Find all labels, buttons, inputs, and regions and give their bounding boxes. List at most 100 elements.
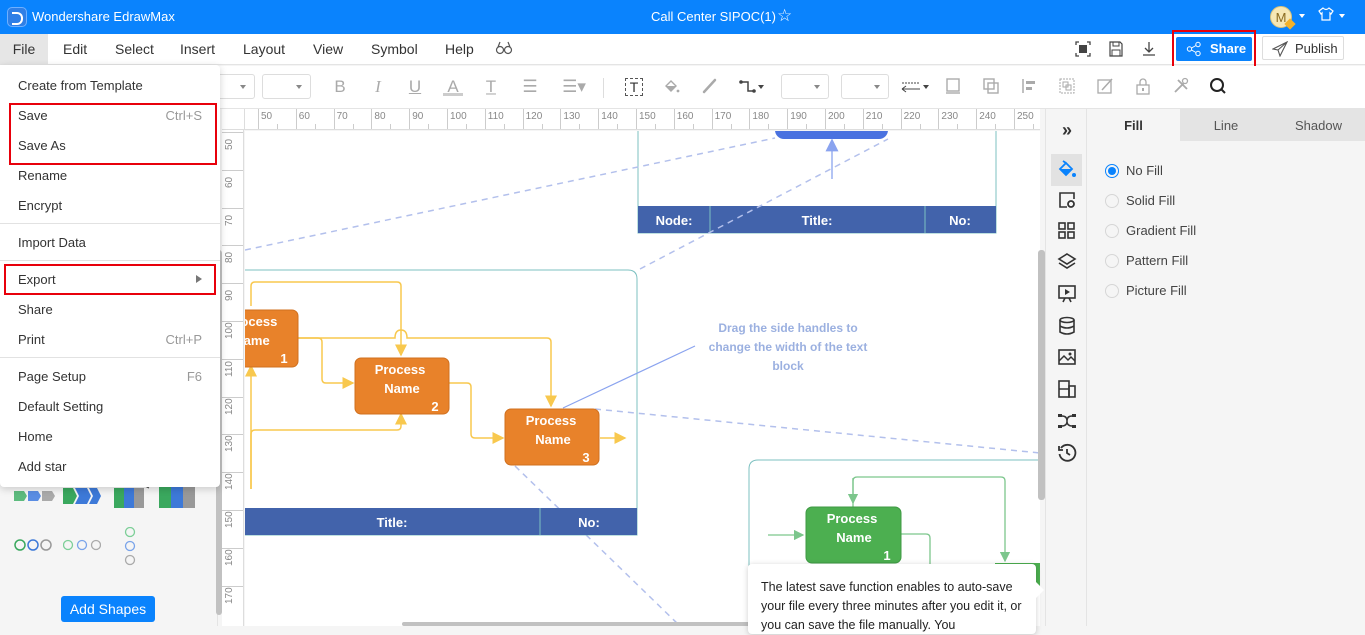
- menu-select[interactable]: Select: [115, 34, 154, 64]
- tab-line[interactable]: Line: [1180, 109, 1272, 141]
- add-shapes-button[interactable]: Add Shapes: [61, 596, 155, 622]
- theme-shirt-icon[interactable]: [1318, 6, 1334, 27]
- shape-settings-icon[interactable]: [1056, 190, 1078, 212]
- connector-icon[interactable]: [738, 77, 766, 97]
- radio-gradient-fill[interactable]: [1105, 224, 1119, 238]
- grid-icon[interactable]: [1056, 221, 1078, 243]
- ruler-minor-tick: [919, 124, 921, 129]
- shape-thumb-circles-line[interactable]: [14, 538, 52, 552]
- presentation-icon[interactable]: [1056, 284, 1078, 306]
- file-menu-page-setup[interactable]: Page Setup F6: [0, 362, 220, 392]
- send-back-icon[interactable]: [981, 77, 1001, 97]
- menu-view[interactable]: View: [313, 34, 343, 64]
- radio-picture-fill[interactable]: [1105, 284, 1119, 298]
- share-button[interactable]: Share: [1176, 37, 1252, 61]
- font-size-select[interactable]: [262, 74, 311, 99]
- menu-layout[interactable]: Layout: [243, 34, 285, 64]
- line-spacing-icon[interactable]: ☰▾: [560, 77, 588, 97]
- underline-icon[interactable]: U: [405, 77, 425, 97]
- line-width-select[interactable]: [781, 74, 829, 99]
- ruler-corner: [222, 109, 245, 130]
- fill-icon[interactable]: [1056, 159, 1078, 181]
- shape-thumb-columns[interactable]: [159, 484, 197, 508]
- radio-solid-fill[interactable]: [1105, 194, 1119, 208]
- theme-dropdown-icon[interactable]: [1339, 14, 1345, 18]
- italic-icon[interactable]: I: [368, 77, 388, 97]
- file-menu-rename[interactable]: Rename: [0, 161, 220, 191]
- binoculars-icon[interactable]: [495, 40, 513, 59]
- drawing-canvas[interactable]: Node: Title: No: Title: No: cess ame 1 P…: [245, 131, 1040, 626]
- shape-thumb-circles-arrows[interactable]: [63, 538, 101, 552]
- canvas-vertical-scrollbar[interactable]: [1038, 250, 1045, 500]
- lock-icon[interactable]: [1133, 77, 1153, 97]
- hint-text-line1[interactable]: Drag the side handles to: [718, 321, 857, 335]
- process-box-1-line2: Name: [245, 333, 270, 348]
- star-icon[interactable]: ☆: [777, 6, 792, 26]
- file-menu-save-as[interactable]: Save As: [0, 131, 220, 161]
- org-chart-icon[interactable]: [1056, 379, 1078, 401]
- align-objects-icon[interactable]: [1019, 77, 1039, 97]
- menu-item-label: Home: [18, 429, 53, 444]
- group-icon[interactable]: [1057, 77, 1077, 97]
- file-menu-encrypt[interactable]: Encrypt: [0, 191, 220, 221]
- text-style-icon[interactable]: T̲: [481, 77, 501, 97]
- fill-bucket-icon[interactable]: [662, 77, 682, 97]
- mindmap-icon[interactable]: [1056, 411, 1078, 433]
- file-menu-create-from-template[interactable]: Create from Template: [0, 71, 220, 101]
- menu-insert[interactable]: Insert: [180, 34, 215, 64]
- bold-icon[interactable]: B: [330, 77, 350, 97]
- image-icon[interactable]: [1056, 347, 1078, 369]
- publish-button[interactable]: Publish: [1262, 36, 1344, 60]
- top-process-box[interactable]: [775, 131, 888, 139]
- tools-icon[interactable]: [1171, 77, 1191, 97]
- ruler-minor-tick: [314, 124, 316, 129]
- bring-front-icon[interactable]: [943, 77, 963, 97]
- menu-symbol[interactable]: Symbol: [371, 34, 418, 64]
- search-icon[interactable]: [1208, 77, 1228, 97]
- file-menu-export[interactable]: Export: [0, 265, 220, 295]
- font-color-icon[interactable]: A: [443, 77, 463, 96]
- ruler-minor-tick: [768, 124, 770, 129]
- collapse-panel-icon[interactable]: »: [1056, 119, 1078, 141]
- file-menu-add-star[interactable]: Add star: [0, 452, 220, 482]
- hint-text-line2[interactable]: change the width of the text: [709, 340, 868, 354]
- database-icon[interactable]: [1056, 316, 1078, 338]
- menu-edit[interactable]: Edit: [63, 34, 87, 64]
- layers-icon[interactable]: [1056, 252, 1078, 274]
- menu-help[interactable]: Help: [445, 34, 474, 64]
- align-icon[interactable]: ☰: [520, 77, 540, 97]
- save-icon[interactable]: [1108, 41, 1124, 57]
- hint-text-line3[interactable]: block: [772, 359, 804, 373]
- file-menu-print[interactable]: Print Ctrl+P: [0, 325, 220, 355]
- ruler-minor-tick: [428, 124, 430, 129]
- history-icon[interactable]: [1056, 443, 1078, 465]
- ruler-label: 160: [224, 549, 235, 566]
- tab-shadow[interactable]: Shadow: [1272, 109, 1365, 141]
- line-style-select[interactable]: [841, 74, 889, 99]
- menu-item-label: Create from Template: [18, 78, 143, 93]
- shape-thumb-chevrons[interactable]: [63, 486, 103, 506]
- shape-thumb-circles-vertical[interactable]: [123, 527, 137, 567]
- fullscreen-icon[interactable]: [1075, 41, 1091, 57]
- edit-shape-icon[interactable]: [1095, 77, 1115, 97]
- brush-icon[interactable]: [700, 77, 720, 97]
- avatar-dropdown-icon[interactable]: [1299, 14, 1305, 18]
- ruler-minor-tick: [1032, 124, 1034, 129]
- file-menu-save[interactable]: Save Ctrl+S: [0, 101, 220, 131]
- arrow-style-icon[interactable]: [900, 77, 930, 97]
- radio-no-fill[interactable]: [1105, 164, 1119, 178]
- file-menu-share[interactable]: Share: [0, 295, 220, 325]
- document-title[interactable]: Call Center SIPOC(1): [651, 9, 776, 24]
- file-menu-home[interactable]: Home: [0, 422, 220, 452]
- radio-pattern-fill[interactable]: [1105, 254, 1119, 268]
- menu-file[interactable]: File: [0, 34, 48, 64]
- shape-thumb-arrows-small[interactable]: [14, 489, 56, 503]
- canvas-horizontal-scrollbar[interactable]: [402, 622, 752, 626]
- download-icon[interactable]: [1141, 41, 1157, 57]
- title-bar: Wondershare EdrawMax Call Center SIPOC(1…: [0, 0, 1365, 34]
- tab-fill[interactable]: Fill: [1087, 109, 1180, 141]
- ruler-label: 180: [752, 111, 770, 122]
- file-menu-default-setting[interactable]: Default Setting: [0, 392, 220, 422]
- file-menu-import-data[interactable]: Import Data: [0, 228, 220, 258]
- text-box-icon[interactable]: T: [625, 78, 643, 96]
